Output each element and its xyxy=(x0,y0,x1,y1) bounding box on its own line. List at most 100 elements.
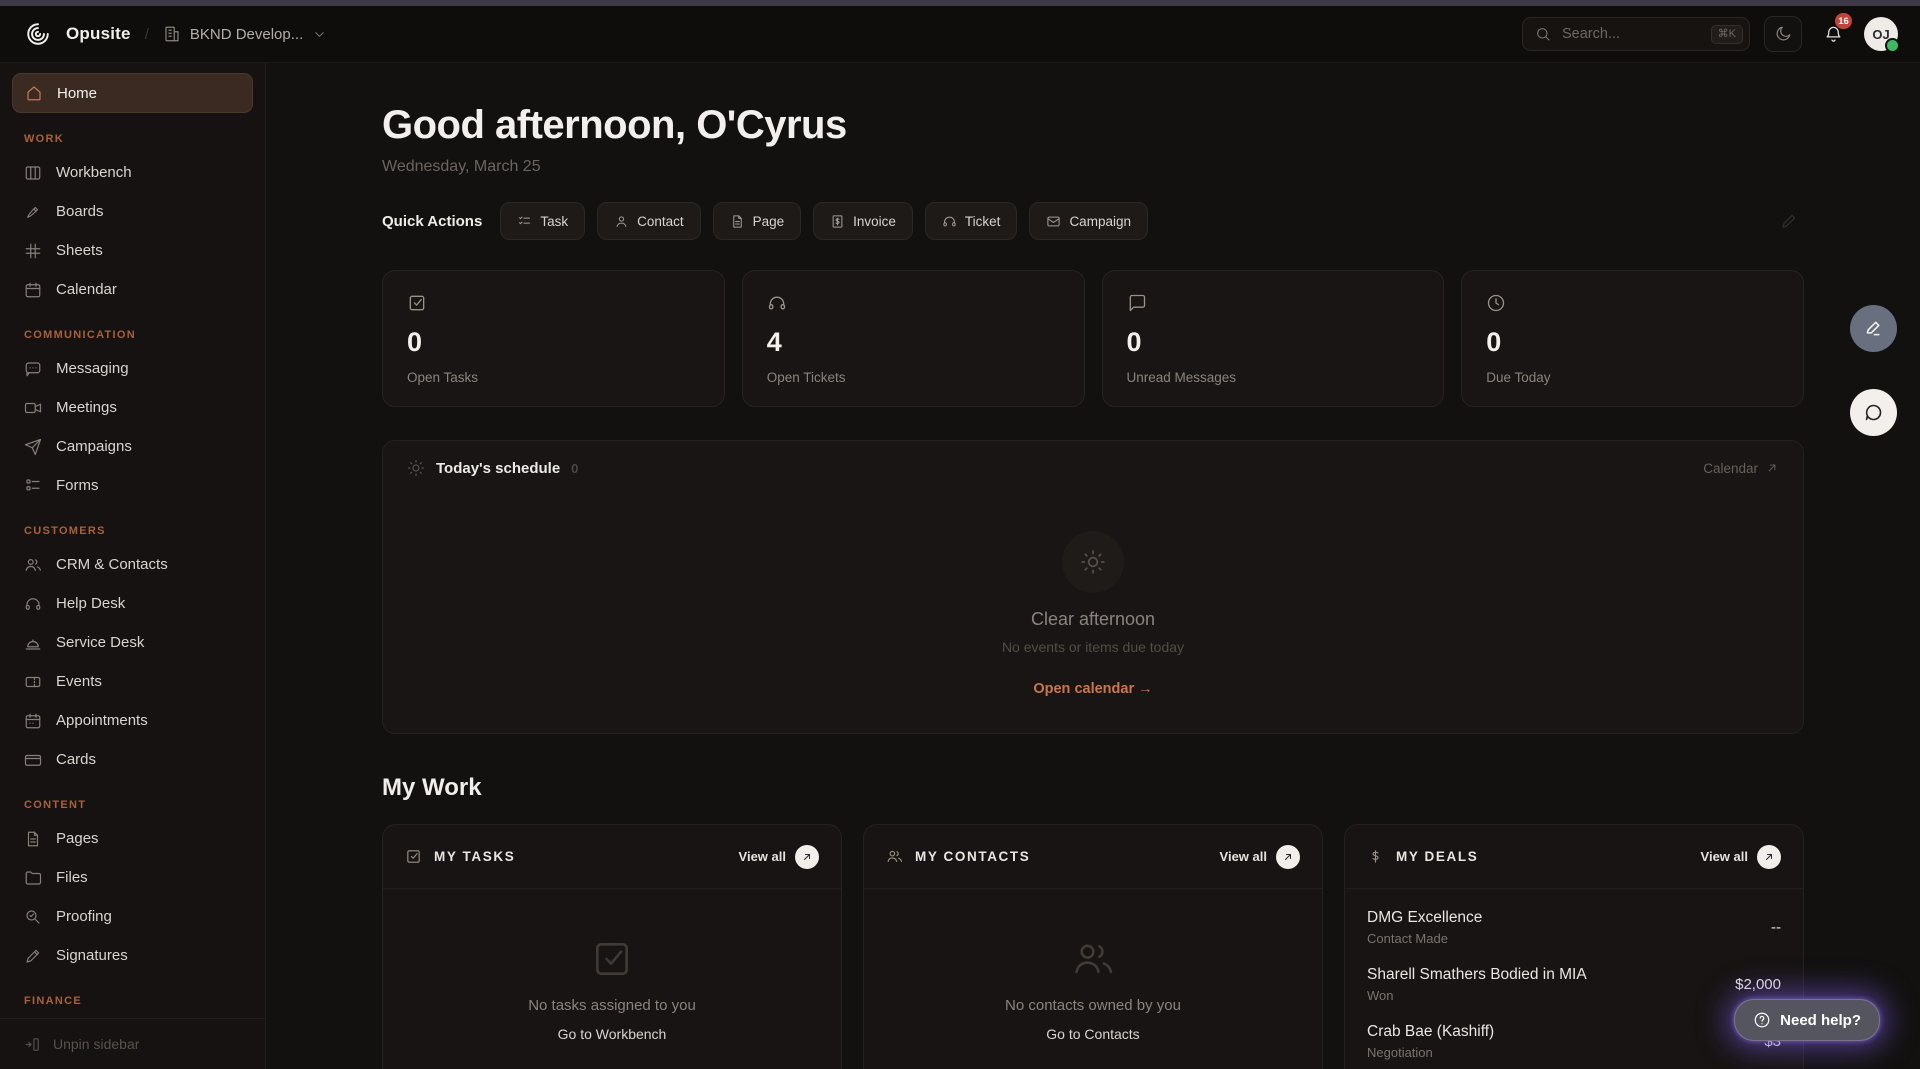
compose-button[interactable] xyxy=(1850,305,1897,352)
stat-value: 0 xyxy=(1127,329,1420,356)
workbench-icon xyxy=(24,164,42,182)
meetings-icon xyxy=(24,399,42,417)
sidebar-item-label: CRM & Contacts xyxy=(56,556,168,573)
sidebar-item-workbench[interactable]: Workbench xyxy=(0,153,265,192)
quick-action-page-button[interactable]: Page xyxy=(713,202,802,240)
sidebar-item-forms[interactable]: Forms xyxy=(0,466,265,505)
search-bar[interactable]: ⌘K xyxy=(1522,17,1750,51)
avatar[interactable]: OJ xyxy=(1864,17,1898,51)
card-icon xyxy=(24,751,42,769)
quick-action-contact-button[interactable]: Contact xyxy=(597,202,701,240)
stat-card-unread-messages[interactable]: 0 Unread Messages xyxy=(1102,270,1445,407)
my-tasks-header: MY TASKS View all xyxy=(383,825,841,889)
search-input[interactable] xyxy=(1560,25,1702,43)
sidebar-item-label: Appointments xyxy=(56,712,148,729)
edit-pencil-icon[interactable] xyxy=(1780,212,1798,230)
stat-card-open-tickets[interactable]: 4 Open Tickets xyxy=(742,270,1085,407)
stat-card-due-today[interactable]: 0 Due Today xyxy=(1461,270,1804,407)
calendar-icon xyxy=(24,281,42,299)
workspace-name: BKND Develop... xyxy=(190,26,303,43)
sidebar-item-calendar[interactable]: Calendar xyxy=(0,270,265,309)
sidebar-item-sheets[interactable]: Sheets xyxy=(0,231,265,270)
headset-icon xyxy=(767,293,787,313)
sidebar-item-help-desk[interactable]: Help Desk xyxy=(0,584,265,623)
my-contacts-header: MY CONTACTS View all xyxy=(864,825,1322,889)
forms-icon xyxy=(24,477,42,495)
quick-action-invoice-button[interactable]: Invoice xyxy=(813,202,913,240)
magnifier-check-icon xyxy=(24,908,42,926)
unpin-sidebar-button[interactable]: Unpin sidebar xyxy=(0,1018,265,1069)
checkbox-icon xyxy=(590,937,634,981)
schedule-empty-title: Clear afternoon xyxy=(1031,609,1155,630)
go-to-contacts-link[interactable]: Go to Contacts xyxy=(1046,1026,1139,1042)
go-to-workbench-link[interactable]: Go to Workbench xyxy=(558,1026,667,1042)
open-calendar-link[interactable]: Open calendar → xyxy=(1033,681,1152,697)
sidebar-item-appointments[interactable]: Appointments xyxy=(0,701,265,740)
topbar-right: ⌘K 16 OJ xyxy=(1522,16,1898,52)
calendar-link[interactable]: Calendar xyxy=(1703,461,1779,476)
sidebar-item-campaigns[interactable]: Campaigns xyxy=(0,427,265,466)
stat-card-open-tasks[interactable]: 0 Open Tasks xyxy=(382,270,725,407)
deal-row[interactable]: Crab Bae (Kashiff) Negotiation $3 xyxy=(1367,1013,1781,1069)
quick-action-campaign-button[interactable]: Campaign xyxy=(1029,202,1148,240)
unpin-label: Unpin sidebar xyxy=(53,1036,139,1052)
sidebar-item-label: Proofing xyxy=(56,908,112,925)
topbar-left: Opusite / BKND Develop... xyxy=(22,18,327,50)
sidebar-item-files[interactable]: Files xyxy=(0,858,265,897)
my-deals-card: MY DEALS View all DMG Excellence Contact… xyxy=(1344,824,1804,1069)
theme-toggle-button[interactable] xyxy=(1764,16,1802,52)
boards-icon xyxy=(24,203,42,221)
deal-list: DMG Excellence Contact Made -- Sharell S… xyxy=(1345,889,1803,1069)
search-shortcut: ⌘K xyxy=(1711,25,1743,44)
schedule-empty-subtitle: No events or items due today xyxy=(1002,639,1184,655)
clock-icon xyxy=(1486,293,1506,313)
my-deals-header: MY DEALS View all xyxy=(1345,825,1803,889)
my-deals-view-all[interactable]: View all xyxy=(1701,845,1781,869)
calendar-link-label: Calendar xyxy=(1703,461,1758,476)
sidebar-item-events[interactable]: Events xyxy=(0,662,265,701)
online-status-dot xyxy=(1885,38,1900,53)
dollar-icon xyxy=(1367,848,1384,865)
notifications-button[interactable]: 16 xyxy=(1816,17,1850,51)
my-deals-title: MY DEALS xyxy=(1396,849,1478,864)
stats-row: 0 Open Tasks 4 Open Tickets 0 Unread Mes… xyxy=(382,270,1804,407)
sidebar-item-pages[interactable]: Pages xyxy=(0,819,265,858)
quick-actions-label: Quick Actions xyxy=(382,213,482,230)
sidebar-item-proofing[interactable]: Proofing xyxy=(0,897,265,936)
my-tasks-empty-state: No tasks assigned to you Go to Workbench xyxy=(383,889,841,1069)
my-tasks-card: MY TASKS View all No tasks assigned to y… xyxy=(382,824,842,1069)
workspace-switcher[interactable]: BKND Develop... xyxy=(163,25,327,43)
my-contacts-view-all[interactable]: View all xyxy=(1220,845,1300,869)
quick-action-ticket-button[interactable]: Ticket xyxy=(925,202,1018,240)
deal-stage: Negotiation xyxy=(1367,1045,1494,1060)
sidebar-item-home[interactable]: Home xyxy=(12,73,253,113)
sidebar-item-messaging[interactable]: Messaging xyxy=(0,349,265,388)
sidebar-item-signatures[interactable]: Signatures xyxy=(0,936,265,975)
sidebar-item-boards[interactable]: Boards xyxy=(0,192,265,231)
breadcrumb-separator: / xyxy=(145,26,149,43)
home-icon xyxy=(25,84,43,102)
ticket-icon xyxy=(24,673,42,691)
folder-icon xyxy=(24,869,42,887)
chat-button[interactable] xyxy=(1850,389,1897,436)
my-tasks-view-all[interactable]: View all xyxy=(739,845,819,869)
sidebar-item-label: Cards xyxy=(56,751,96,768)
quick-action-label: Ticket xyxy=(965,214,1001,229)
sidebar-item-cards[interactable]: Cards xyxy=(0,740,265,779)
people-icon xyxy=(886,848,903,865)
sidebar-section-communication: COMMUNICATION xyxy=(0,309,265,349)
my-contacts-empty-state: No contacts owned by you Go to Contacts xyxy=(864,889,1322,1069)
quick-action-task-button[interactable]: Task xyxy=(500,202,585,240)
arrow-up-right-icon xyxy=(795,845,819,869)
people-icon xyxy=(24,556,42,574)
need-help-button[interactable]: Need help? xyxy=(1734,999,1880,1041)
people-icon xyxy=(1071,937,1115,981)
checkbox-icon xyxy=(405,848,422,865)
deal-row[interactable]: DMG Excellence Contact Made -- xyxy=(1367,899,1781,956)
app-logo-icon[interactable] xyxy=(22,18,54,50)
sidebar-item-meetings[interactable]: Meetings xyxy=(0,388,265,427)
need-help-label: Need help? xyxy=(1780,1012,1861,1029)
sidebar-item-service-desk[interactable]: Service Desk xyxy=(0,623,265,662)
sidebar-item-crm-contacts[interactable]: CRM & Contacts xyxy=(0,545,265,584)
deal-row[interactable]: Sharell Smathers Bodied in MIA Won $2,00… xyxy=(1367,956,1781,1013)
